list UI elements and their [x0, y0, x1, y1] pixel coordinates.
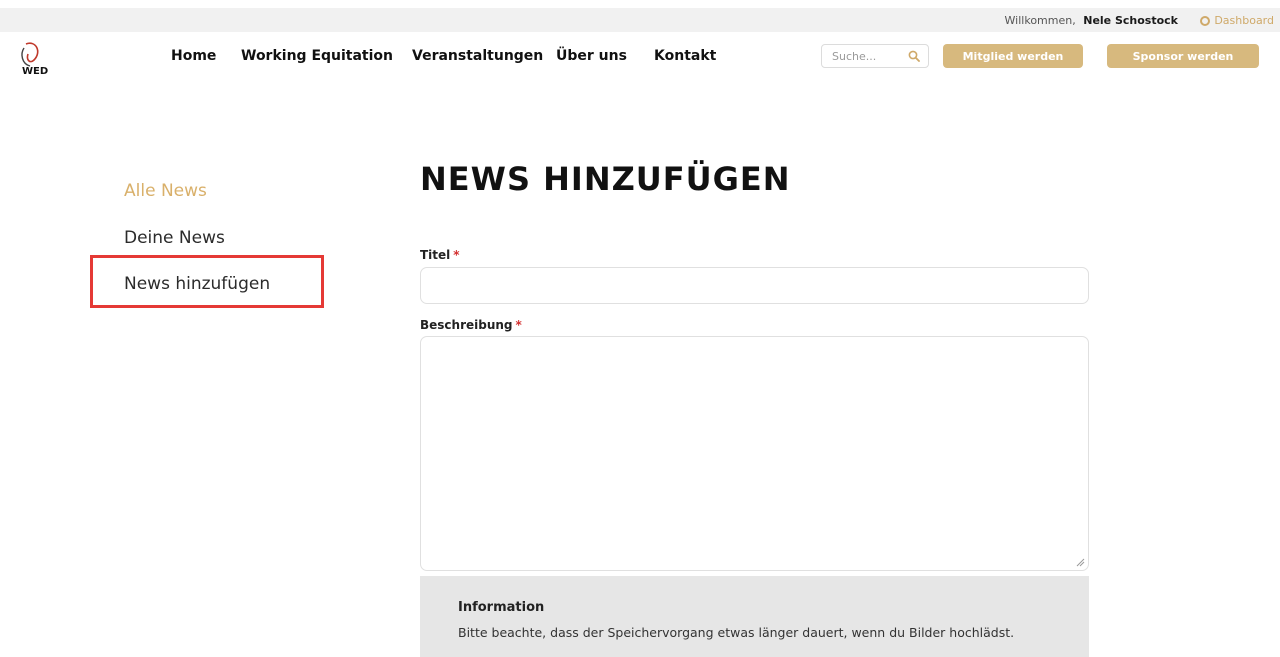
welcome-message: Willkommen, Nele Schostock [1005, 14, 1178, 27]
description-label-text: Beschreibung [420, 318, 513, 332]
nav-kontakt[interactable]: Kontakt [654, 48, 716, 64]
search-input[interactable] [822, 45, 902, 68]
description-field-label: Beschreibung * [420, 318, 522, 332]
wed-logo[interactable]: WED [12, 38, 60, 78]
search-icon[interactable] [908, 50, 920, 62]
main-header: WED Home Working Equitation Veranstaltun… [0, 34, 1280, 82]
title-input[interactable] [421, 268, 1088, 303]
nav-home[interactable]: Home [171, 48, 216, 64]
search-box [821, 44, 929, 68]
dashboard-label: Dashboard [1214, 14, 1274, 27]
info-box: Information Bitte beachte, dass der Spei… [420, 576, 1089, 657]
highlight-annotation-box [90, 255, 324, 308]
user-name: Nele Schostock [1083, 14, 1178, 27]
resize-handle-icon[interactable] [1075, 557, 1085, 567]
logo-text: WED [22, 66, 48, 77]
sidebar-item-all-news[interactable]: Alle News [124, 181, 207, 201]
top-welcome-bar: Willkommen, Nele Schostock Dashboard [0, 8, 1280, 32]
title-field [420, 267, 1089, 304]
nav-working-equitation[interactable]: Working Equitation [241, 48, 393, 64]
description-textarea[interactable] [421, 337, 1088, 570]
sidebar-item-your-news[interactable]: Deine News [124, 228, 225, 248]
dashboard-circle-icon [1200, 15, 1211, 26]
page-title: NEWS HINZUFÜGEN [420, 160, 791, 198]
become-member-button[interactable]: Mitglied werden [943, 44, 1083, 68]
become-sponsor-button[interactable]: Sponsor werden [1107, 44, 1259, 68]
welcome-text: Willkommen, [1004, 14, 1076, 27]
info-title: Information [458, 600, 545, 615]
title-label-text: Titel [420, 248, 451, 262]
info-text: Bitte beachte, dass der Speichervorgang … [458, 625, 1015, 640]
wed-logo-icon: WED [21, 42, 48, 77]
dashboard-link[interactable]: Dashboard [1200, 14, 1274, 27]
nav-veranstaltungen[interactable]: Veranstaltungen [412, 48, 543, 64]
nav-ueber-uns[interactable]: Über uns [556, 48, 627, 64]
required-marker: * [515, 318, 522, 332]
description-field [420, 336, 1089, 571]
required-marker: * [453, 248, 460, 262]
title-field-label: Titel * [420, 248, 460, 262]
